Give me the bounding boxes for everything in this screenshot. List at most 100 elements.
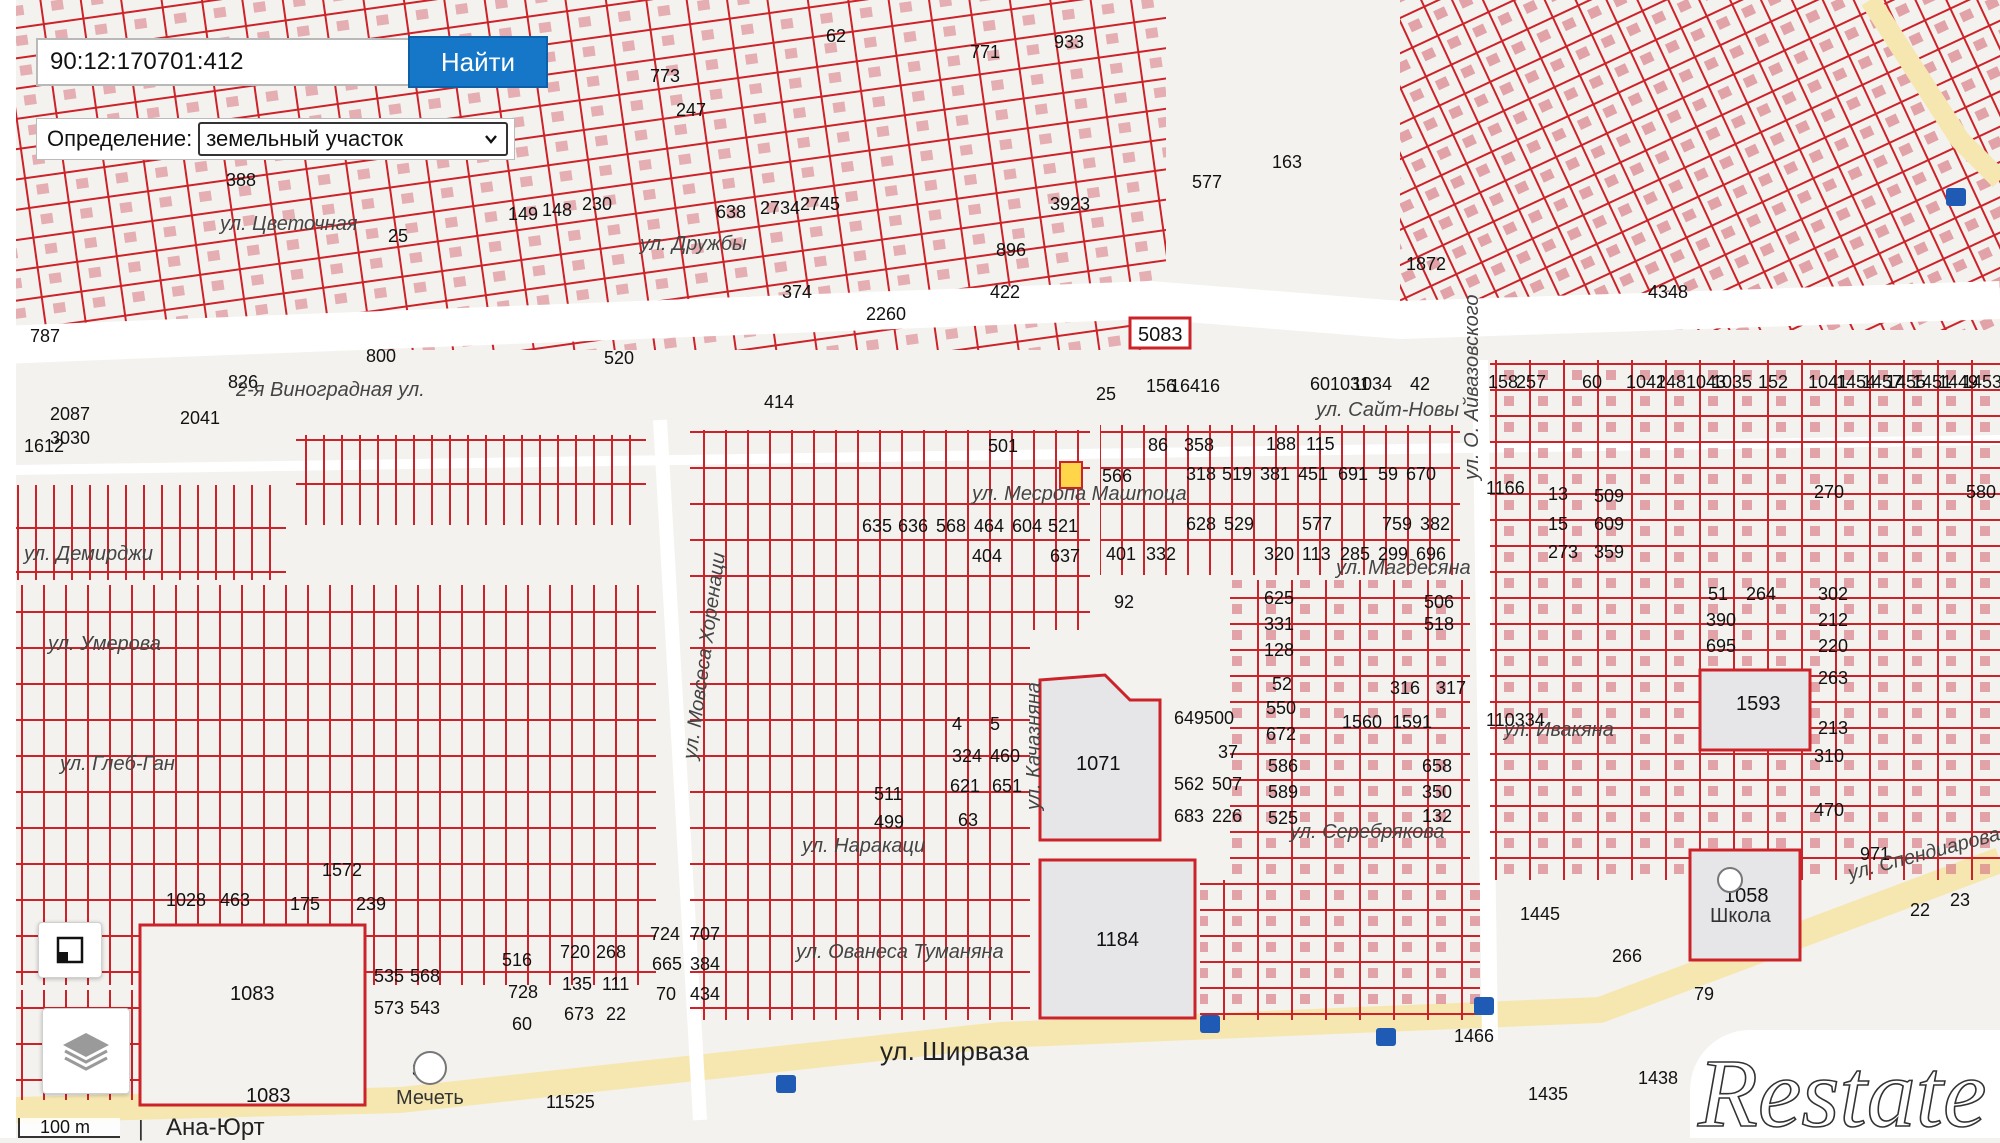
street-label: ул. Умерова	[46, 633, 161, 655]
parcel-label: 759	[1382, 514, 1412, 534]
definition-select[interactable]: земельный участок	[198, 122, 509, 156]
parcel-label: 521	[1048, 516, 1078, 536]
street-label: ул. Магдесяна	[1334, 557, 1471, 579]
parcel-label: 518	[1424, 614, 1454, 634]
parcel-label: 318	[1186, 464, 1216, 484]
street-label: ул. Сайт-Новы	[1314, 399, 1459, 421]
parcel-label: 1612	[24, 436, 64, 456]
parcel-label: 1872	[1406, 254, 1446, 274]
parcel-label: 636	[898, 516, 928, 536]
cadastral-map[interactable]: 501 566 86 358 188 115 318 519 381 451 6…	[0, 0, 2000, 1138]
parcel-label: 658	[1422, 756, 1452, 776]
street-label: ул. Серебрякова	[1288, 821, 1445, 843]
cadastral-number-input[interactable]	[36, 38, 408, 86]
parcel-label: 1560	[1342, 712, 1382, 732]
parcel-label: 213	[1818, 718, 1848, 738]
parcel-label: 302	[1818, 584, 1848, 604]
parcel-label: 1166	[1486, 478, 1525, 498]
parcel-1083[interactable]	[138, 923, 367, 1107]
school-icon	[1717, 867, 1743, 893]
bus-stop-icon[interactable]	[1474, 997, 1494, 1015]
parcel-label: 673	[564, 1004, 594, 1024]
parcel-label: 188	[1266, 434, 1296, 454]
parcel-label: 604	[1012, 516, 1042, 536]
layers-button[interactable]	[42, 1008, 130, 1094]
parcel-label: 113	[1302, 544, 1331, 564]
parcel-label: 59	[1378, 464, 1398, 484]
parcel-label: 148	[542, 200, 572, 220]
parcel-label: 247	[676, 100, 706, 120]
parcel-label: 1453	[1962, 372, 2000, 392]
parcel-label: 390	[1706, 610, 1736, 630]
parcel-label: 316	[1390, 678, 1420, 698]
parcel-label: 3923	[1050, 194, 1090, 214]
parcel-label: 13	[1548, 484, 1568, 504]
parcel-label: 728	[508, 982, 538, 1002]
parcel-label: 638	[716, 202, 746, 222]
parcel-label: 401	[1106, 544, 1136, 564]
parcel-label: 320	[1264, 544, 1294, 564]
parcel-block-demirdzhi[interactable]	[16, 485, 286, 580]
parcel-label: 2041	[180, 408, 220, 428]
parcel-label: 651	[992, 776, 1022, 796]
parcel-label: 2087	[50, 404, 90, 424]
parcel-label: 404	[972, 546, 1002, 566]
parcel-label: 239	[356, 894, 386, 914]
street-label: ул. Ширваза	[880, 1036, 1029, 1066]
parcel-label: 263	[1818, 668, 1848, 688]
definition-label: Определение:	[47, 126, 193, 151]
parcel-label: 384	[690, 954, 720, 974]
find-button[interactable]: Найти	[408, 36, 548, 88]
left-gutter	[0, 0, 16, 1138]
parcel-label: 63	[958, 810, 978, 830]
parcel-label: 506	[1424, 592, 1454, 612]
parcel-label: 625	[1264, 588, 1294, 608]
parcel-label: 509	[1594, 486, 1624, 506]
parcel-label: 586	[1268, 756, 1298, 776]
parcel-label: 374	[782, 282, 812, 302]
parcel-label: 507	[1212, 774, 1242, 794]
parcel-label: 86	[1148, 435, 1168, 455]
fullscreen-icon	[56, 936, 84, 964]
definition-panel: Определение: земельный участок	[36, 118, 516, 160]
search-panel: Найти	[36, 36, 548, 88]
parcel-label: 773	[650, 66, 680, 86]
parcel-label: 115	[1306, 434, 1335, 454]
bus-stop-icon[interactable]	[1946, 188, 1966, 206]
attribution-separator: |	[138, 1116, 144, 1141]
parcel-label: 649500	[1174, 708, 1234, 728]
parcel-label: 226	[1212, 806, 1242, 826]
parcel-label: 11525	[546, 1092, 595, 1112]
parcel-label: 42	[1410, 374, 1430, 394]
parcel-block-spendiarova[interactable]	[1200, 880, 1480, 1020]
parcel-label: 519	[1222, 464, 1252, 484]
scale-bar: 100 m	[18, 1116, 120, 1138]
fullscreen-button[interactable]	[38, 922, 102, 978]
chevron-down-icon	[485, 135, 498, 144]
parcel-label: 273	[1548, 542, 1578, 562]
scale-label: 100 m	[40, 1116, 91, 1137]
parcel-label: 16	[1200, 376, 1220, 396]
parcel-label: 464	[974, 516, 1004, 536]
parcel-label: 331	[1264, 614, 1294, 634]
parcel-label: 381	[1260, 464, 1290, 484]
parcel-label: 317	[1436, 678, 1466, 698]
mosque-icon	[413, 1051, 447, 1085]
parcel-label: 2260	[866, 304, 906, 324]
parcel-block-row-2[interactable]	[296, 435, 646, 525]
parcel-label: 257	[1516, 372, 1546, 392]
parcel-label: 1438	[1638, 1068, 1678, 1088]
parcel-label: 212	[1818, 610, 1848, 630]
parcel-label: 92	[1114, 592, 1134, 612]
parcel-label: 1083	[246, 1085, 291, 1107]
parcel-label: 149	[508, 204, 538, 224]
parcel-label: 720	[560, 942, 590, 962]
parcel-label: 1593	[1736, 693, 1781, 715]
bus-stop-icon[interactable]	[1376, 1028, 1396, 1046]
bus-stop-icon[interactable]	[776, 1075, 796, 1093]
parcel-label: 637	[1050, 546, 1080, 566]
bus-stop-icon[interactable]	[1200, 1015, 1220, 1033]
parcel-label: 51	[1708, 584, 1728, 604]
parcel-label: 382	[1420, 514, 1450, 534]
parcel-label: 691	[1338, 464, 1368, 484]
